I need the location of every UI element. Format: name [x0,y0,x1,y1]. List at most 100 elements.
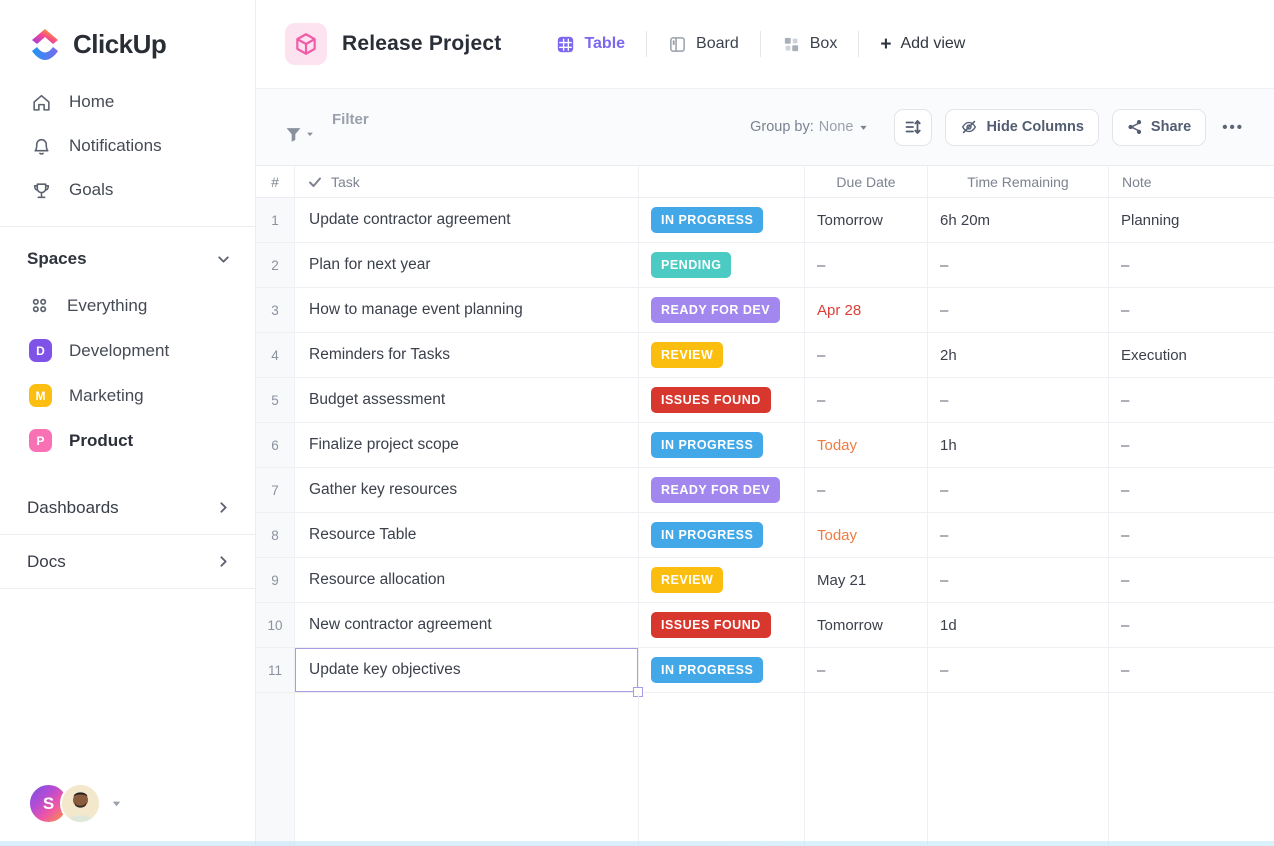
due-date-cell[interactable]: – [805,648,928,692]
status-cell[interactable]: PENDING [639,243,805,287]
due-date-cell[interactable]: Today [805,513,928,557]
table-row[interactable]: 1 Update contractor agreement IN PROGRES… [256,198,1274,243]
note-cell[interactable]: – [1109,513,1274,557]
time-remaining-cell[interactable]: 1h [928,423,1109,467]
tab-box[interactable]: Box [761,35,859,54]
due-date-cell[interactable]: May 21 [805,558,928,602]
time-remaining-cell[interactable]: – [928,558,1109,602]
due-date-cell[interactable]: Tomorrow [805,198,928,242]
status-badge[interactable]: READY FOR DEV [651,477,780,503]
status-badge[interactable]: IN PROGRESS [651,207,763,233]
status-badge[interactable]: READY FOR DEV [651,297,780,323]
note-cell[interactable]: Planning [1109,198,1274,242]
time-remaining-cell[interactable]: 6h 20m [928,198,1109,242]
column-header-time-remaining[interactable]: Time Remaining [928,166,1109,197]
note-cell[interactable]: – [1109,558,1274,602]
status-cell[interactable]: READY FOR DEV [639,288,805,332]
task-cell[interactable]: Budget assessment [295,378,639,422]
status-cell[interactable]: ISSUES FOUND [639,603,805,647]
status-cell[interactable]: IN PROGRESS [639,198,805,242]
note-cell[interactable]: Execution [1109,333,1274,377]
column-header-task[interactable]: Task [295,166,639,197]
status-badge[interactable]: REVIEW [651,567,723,593]
hide-columns-button[interactable]: Hide Columns [945,109,1098,146]
task-cell[interactable]: Update key objectives [295,648,639,692]
column-header-status[interactable] [639,166,805,197]
status-badge[interactable]: IN PROGRESS [651,657,763,683]
due-date-cell[interactable]: Today [805,423,928,467]
time-remaining-cell[interactable]: – [928,288,1109,332]
task-cell[interactable]: New contractor agreement [295,603,639,647]
sidebar-item-docs[interactable]: Docs [0,535,255,589]
status-cell[interactable]: READY FOR DEV [639,468,805,512]
table-row[interactable]: 6 Finalize project scope IN PROGRESS Tod… [256,423,1274,468]
table-row[interactable]: 4 Reminders for Tasks REVIEW – 2h Execut… [256,333,1274,378]
table-row[interactable]: 2 Plan for next year PENDING – – – [256,243,1274,288]
note-cell[interactable]: – [1109,648,1274,692]
sidebar-item-product[interactable]: P Product [0,418,255,463]
time-remaining-cell[interactable]: – [928,648,1109,692]
status-cell[interactable]: REVIEW [639,333,805,377]
sidebar-item-marketing[interactable]: M Marketing [0,373,255,418]
time-remaining-cell[interactable]: – [928,468,1109,512]
chevron-down-icon[interactable] [216,252,231,267]
status-cell[interactable]: IN PROGRESS [639,423,805,467]
sort-button[interactable] [894,109,932,146]
due-date-cell[interactable]: – [805,243,928,287]
table-row[interactable]: 9 Resource allocation REVIEW May 21 – – [256,558,1274,603]
status-badge[interactable]: PENDING [651,252,731,278]
chevron-down-icon[interactable] [110,797,123,810]
spaces-section-header[interactable]: Spaces [0,227,255,283]
task-cell[interactable]: Update contractor agreement [295,198,639,242]
tab-table[interactable]: Table [535,35,646,54]
table-row[interactable]: 3 How to manage event planning READY FOR… [256,288,1274,333]
note-cell[interactable]: – [1109,468,1274,512]
sidebar-item-development[interactable]: D Development [0,328,255,373]
status-badge[interactable]: IN PROGRESS [651,522,763,548]
column-header-due-date[interactable]: Due Date [805,166,928,197]
sidebar-item-notifications[interactable]: Notifications [0,124,255,168]
status-badge[interactable]: ISSUES FOUND [651,387,771,413]
sidebar-item-home[interactable]: Home [0,80,255,124]
due-date-cell[interactable]: Apr 28 [805,288,928,332]
task-cell[interactable]: Plan for next year [295,243,639,287]
time-remaining-cell[interactable]: – [928,378,1109,422]
time-remaining-cell[interactable]: – [928,513,1109,557]
table-row[interactable]: 7 Gather key resources READY FOR DEV – –… [256,468,1274,513]
status-cell[interactable]: ISSUES FOUND [639,378,805,422]
time-remaining-cell[interactable]: 1d [928,603,1109,647]
task-cell[interactable]: Reminders for Tasks [295,333,639,377]
group-by-dropdown[interactable]: Group by: None [750,119,869,135]
status-badge[interactable]: IN PROGRESS [651,432,763,458]
time-remaining-cell[interactable]: – [928,243,1109,287]
note-cell[interactable]: – [1109,603,1274,647]
filter-button[interactable]: Filter [285,111,369,144]
task-cell[interactable]: Resource Table [295,513,639,557]
task-cell[interactable]: Finalize project scope [295,423,639,467]
due-date-cell[interactable]: Tomorrow [805,603,928,647]
user-menu[interactable]: S [28,783,123,824]
status-cell[interactable]: IN PROGRESS [639,513,805,557]
task-cell[interactable]: How to manage event planning [295,288,639,332]
table-row[interactable]: 10 New contractor agreement ISSUES FOUND… [256,603,1274,648]
due-date-cell[interactable]: – [805,333,928,377]
tab-board[interactable]: Board [647,35,760,54]
status-badge[interactable]: REVIEW [651,342,723,368]
due-date-cell[interactable]: – [805,468,928,512]
sidebar-item-everything[interactable]: Everything [0,283,255,328]
user-avatar[interactable] [60,783,101,824]
status-cell[interactable]: REVIEW [639,558,805,602]
column-header-number[interactable]: # [256,166,295,197]
status-badge[interactable]: ISSUES FOUND [651,612,771,638]
task-cell[interactable]: Resource allocation [295,558,639,602]
task-cell[interactable]: Gather key resources [295,468,639,512]
add-view-button[interactable]: + Add view [859,35,965,54]
note-cell[interactable]: – [1109,423,1274,467]
note-cell[interactable]: – [1109,378,1274,422]
table-row[interactable]: 11 Update key objectives IN PROGRESS – –… [256,648,1274,693]
clickup-logo[interactable]: ClickUp [0,0,255,80]
more-options-button[interactable]: ••• [1222,119,1244,136]
note-cell[interactable]: – [1109,288,1274,332]
sidebar-item-goals[interactable]: Goals [0,168,255,212]
status-cell[interactable]: IN PROGRESS [639,648,805,692]
